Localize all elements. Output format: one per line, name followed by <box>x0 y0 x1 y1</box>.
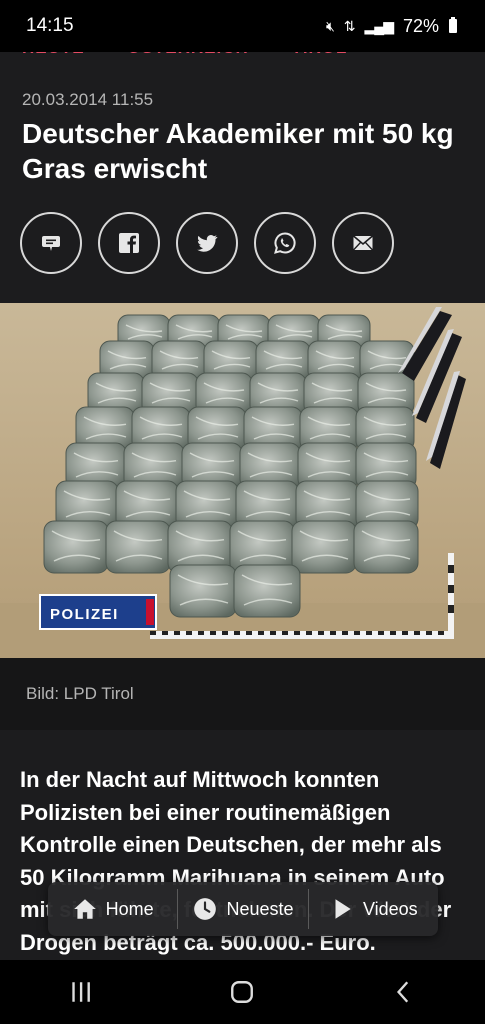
battery-icon <box>449 17 457 33</box>
play-icon <box>335 899 351 919</box>
ruler-tick <box>234 631 240 635</box>
network-icon: ⇅ <box>343 17 356 34</box>
ruler-tick <box>270 631 276 635</box>
ruler-tick <box>330 631 336 635</box>
status-icons: 🔇︎ ⇅ ▂▄▆ 72% <box>326 16 457 37</box>
back-icon[interactable] <box>391 979 417 1005</box>
article-image[interactable]: POLIZEI <box>0 303 485 658</box>
nav-home-label: Home <box>105 898 154 919</box>
article-headline: Deutscher Akademiker mit 50 kg Gras erwi… <box>22 118 454 184</box>
image-caption-bar: Bild: LPD Tirol <box>0 658 485 730</box>
polizei-badge-text: POLIZEI <box>50 606 119 623</box>
bottom-navigation: Home Neueste Videos <box>48 882 438 936</box>
drug-packages-photo: POLIZEI <box>0 303 485 658</box>
mail-icon <box>352 235 374 251</box>
home-circle-icon[interactable] <box>229 979 255 1005</box>
mail-button[interactable] <box>332 212 394 274</box>
ruler-tick <box>162 631 168 635</box>
package-block <box>233 564 301 618</box>
ruler-tick <box>354 631 360 635</box>
ruler-tick <box>342 631 348 635</box>
article-date: 20.03.2014 11:55 <box>22 90 154 109</box>
ruler-tick <box>150 631 156 635</box>
package-block <box>291 520 357 574</box>
facebook-button[interactable] <box>98 212 160 274</box>
image-caption: Bild: LPD Tirol <box>26 684 134 703</box>
ruler-tick <box>210 631 216 635</box>
ruler-tick <box>222 631 228 635</box>
ruler-tick <box>174 631 180 635</box>
nav-latest-button[interactable]: Neueste <box>177 889 307 929</box>
whatsapp-button[interactable] <box>254 212 316 274</box>
twitter-icon <box>197 235 218 252</box>
ruler-tick <box>414 631 420 635</box>
comment-icon <box>42 236 60 251</box>
mute-icon: 🔇︎ <box>325 17 335 34</box>
whatsapp-icon <box>274 232 296 254</box>
nav-videos-button[interactable]: Videos <box>307 889 438 929</box>
ruler-tick <box>246 631 252 635</box>
ruler-tick <box>198 631 204 635</box>
ruler-tick <box>294 631 300 635</box>
comment-button[interactable] <box>20 212 82 274</box>
ruler-tick <box>306 631 312 635</box>
recent-apps-icon[interactable] <box>68 979 94 1005</box>
package-block <box>353 520 419 574</box>
ruler-tick <box>438 631 444 635</box>
signal-icon: ▂▄▆ <box>364 17 394 34</box>
status-time: 14:15 <box>26 15 74 36</box>
ruler-tick <box>186 631 192 635</box>
ruler-tick <box>426 631 432 635</box>
facebook-icon <box>119 233 139 253</box>
share-buttons <box>20 212 394 274</box>
system-navigation-bar <box>0 960 485 1024</box>
home-icon <box>73 899 96 919</box>
nav-latest-label: Neueste <box>226 898 294 919</box>
ruler-tick <box>390 631 396 635</box>
nav-home-button[interactable]: Home <box>48 889 177 929</box>
clock-icon <box>194 898 217 920</box>
status-bar: 14:15 🔇︎ ⇅ ▂▄▆ 72% <box>0 0 485 52</box>
battery-percent: 72% <box>402 15 439 36</box>
ruler-tick <box>378 631 384 635</box>
package-block <box>169 564 237 618</box>
package-block <box>105 520 171 574</box>
ruler-tick <box>258 631 264 635</box>
twitter-button[interactable] <box>176 212 238 274</box>
package-block <box>43 520 109 574</box>
nav-videos-label: Videos <box>362 898 418 919</box>
ruler-tick <box>282 631 288 635</box>
ruler-tick <box>318 631 324 635</box>
ruler-tick <box>366 631 372 635</box>
ruler-tick <box>402 631 408 635</box>
